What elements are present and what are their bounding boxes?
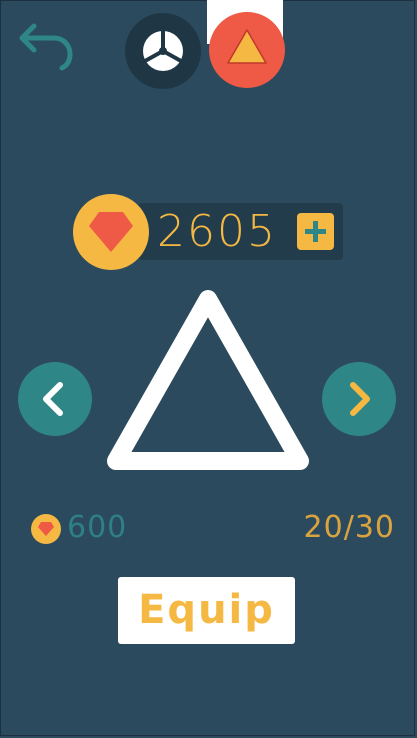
gem-icon — [38, 522, 54, 536]
coin-badge — [73, 194, 149, 270]
equip-button[interactable]: Equip — [118, 577, 295, 644]
wheel-icon — [143, 30, 183, 71]
coin-amount: 2605 — [157, 206, 277, 257]
next-item-button[interactable] — [322, 362, 396, 436]
previous-item-button[interactable] — [18, 362, 92, 436]
plus-icon — [305, 221, 326, 242]
triangle-shape-preview — [107, 290, 309, 470]
chevron-left-icon — [43, 382, 63, 416]
chevron-right-icon — [350, 382, 370, 416]
triangle-icon — [227, 29, 267, 64]
tab-wheel[interactable] — [125, 13, 201, 89]
back-arrow-icon — [19, 23, 73, 71]
back-button[interactable] — [16, 20, 76, 74]
price-gem-badge — [31, 514, 61, 544]
gem-icon — [89, 212, 133, 252]
tab-triangle[interactable] — [209, 12, 285, 88]
add-coins-button[interactable] — [297, 213, 334, 250]
price-value: 600 — [67, 510, 128, 545]
unlock-progress: 20/30 — [303, 510, 395, 545]
